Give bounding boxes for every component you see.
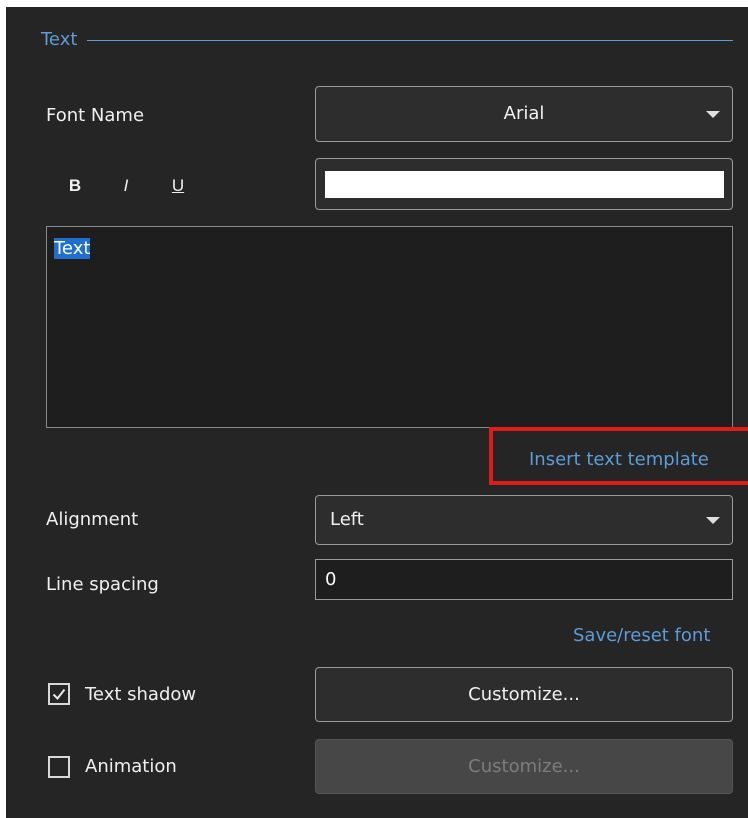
selected-text: Text [54, 238, 91, 259]
line-spacing-label: Line spacing [46, 574, 159, 595]
insert-text-template-link[interactable]: Insert text template [529, 449, 709, 471]
animation-label: Animation [85, 756, 177, 777]
chevron-down-icon [706, 517, 720, 524]
checkmark-icon [52, 688, 66, 701]
text-shadow-customize-button[interactable]: Customize... [315, 667, 733, 722]
line-spacing-value: 0 [325, 569, 337, 590]
text-color-picker[interactable] [315, 158, 733, 210]
group-divider [41, 40, 733, 41]
text-color-swatch [325, 171, 724, 198]
alignment-value: Left [330, 509, 364, 530]
alignment-dropdown[interactable]: Left [315, 495, 733, 545]
text-shadow-label: Text shadow [85, 684, 197, 705]
bold-button[interactable]: B [63, 173, 87, 199]
text-settings-panel: Text Font Name Arial B I U Text Insert t… [6, 7, 748, 818]
group-title: Text [41, 29, 88, 51]
font-name-label: Font Name [46, 105, 145, 126]
alignment-label: Alignment [46, 509, 139, 530]
underline-button[interactable]: U [166, 173, 190, 199]
italic-button[interactable]: I [114, 173, 138, 199]
text-shadow-checkbox[interactable] [48, 683, 70, 705]
animation-customize-button[interactable]: Customize... [315, 739, 733, 794]
save-reset-font-link[interactable]: Save/reset font [573, 625, 710, 647]
font-name-value: Arial [503, 103, 545, 124]
chevron-down-icon [706, 111, 720, 118]
text-content-area[interactable]: Text [46, 226, 733, 428]
font-name-dropdown[interactable]: Arial [315, 86, 733, 142]
animation-checkbox[interactable] [48, 756, 70, 778]
line-spacing-input[interactable]: 0 [315, 559, 733, 600]
